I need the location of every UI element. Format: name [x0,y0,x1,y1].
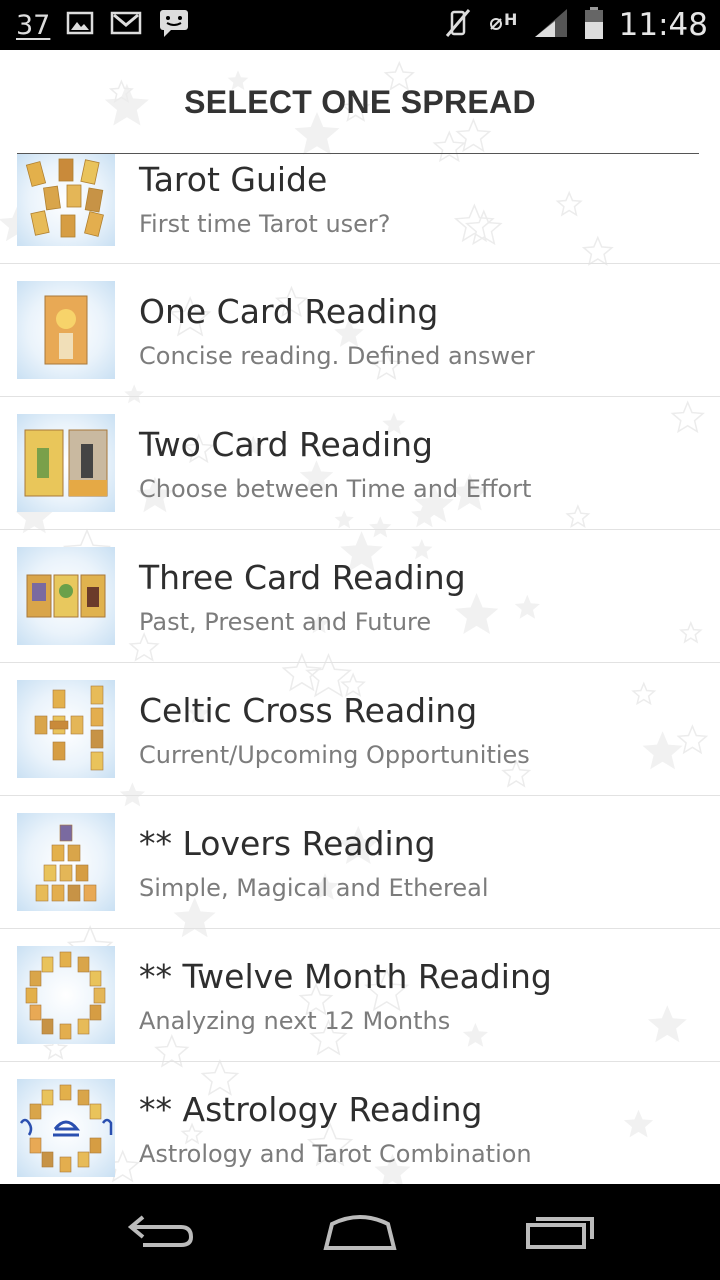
three-card-icon [17,547,115,645]
astrology-icon [17,1079,115,1177]
status-bar: 37 H 11:48 [0,0,720,50]
spread-item-three-card[interactable]: Three Card Reading Past, Present and Fut… [0,530,720,663]
spread-subtitle: Simple, Magical and Ethereal [139,874,489,902]
spread-subtitle: Concise reading. Defined answer [139,342,535,370]
svg-text:H: H [504,10,517,29]
spread-title: ** Lovers Reading [139,824,436,863]
back-button[interactable] [115,1208,205,1258]
spread-title: Tarot Guide [139,160,328,199]
spread-title: Celtic Cross Reading [139,691,478,730]
spread-title: Three Card Reading [139,558,466,597]
page-title: SELECT ONE SPREAD [184,83,536,120]
image-icon [66,10,94,40]
spread-subtitle: First time Tarot user? [139,210,391,238]
spread-list: Tarot Guide First time Tarot user? One C… [0,154,720,1184]
spread-item-lovers[interactable]: ** Lovers Reading Simple, Magical and Et… [0,796,720,929]
spread-subtitle: Choose between Time and Effort [139,475,532,503]
battery-icon [583,6,605,44]
lovers-icon [17,813,115,911]
spread-title: ** Astrology Reading [139,1090,483,1129]
spread-item-celtic-cross[interactable]: Celtic Cross Reading Current/Upcoming Op… [0,663,720,796]
spread-item-astrology[interactable]: ** Astrology Reading Astrology and Tarot… [0,1062,720,1184]
spread-subtitle: Analyzing next 12 Months [139,1007,451,1035]
spread-subtitle: Past, Present and Future [139,608,432,636]
gmail-icon [110,10,142,40]
spread-subtitle: Astrology and Tarot Combination [139,1140,532,1168]
home-button[interactable] [315,1208,405,1258]
spread-selection-screen: SELECT ONE SPREAD Tarot Guide First time… [0,50,720,1184]
one-card-icon [17,281,115,379]
data-h-icon: H [487,8,519,42]
spread-item-one-card[interactable]: One Card Reading Concise reading. Define… [0,264,720,397]
recent-apps-icon [524,1211,596,1255]
celtic-cross-icon [17,680,115,778]
spread-title: ** Twelve Month Reading [139,957,552,996]
navigation-bar [0,1184,720,1280]
recent-apps-button[interactable] [515,1208,605,1258]
spread-subtitle: Current/Upcoming Opportunities [139,741,530,769]
notification-count: 37 [16,9,51,41]
signal-icon [533,7,569,43]
spread-item-tarot-guide[interactable]: Tarot Guide First time Tarot user? [0,154,720,264]
twelve-month-icon [17,946,115,1044]
vibrate-off-icon [443,7,473,43]
tarot-guide-icon [17,154,115,246]
back-icon [125,1211,195,1255]
spread-item-twelve-month[interactable]: ** Twelve Month Reading Analyzing next 1… [0,929,720,1062]
chat-icon [158,8,190,42]
spread-title: Two Card Reading [139,425,434,464]
header: SELECT ONE SPREAD [0,50,720,154]
home-icon [322,1210,398,1256]
spread-title: One Card Reading [139,292,439,331]
spread-item-two-card[interactable]: Two Card Reading Choose between Time and… [0,397,720,530]
clock: 11:48 [618,7,708,43]
two-card-icon [17,414,115,512]
